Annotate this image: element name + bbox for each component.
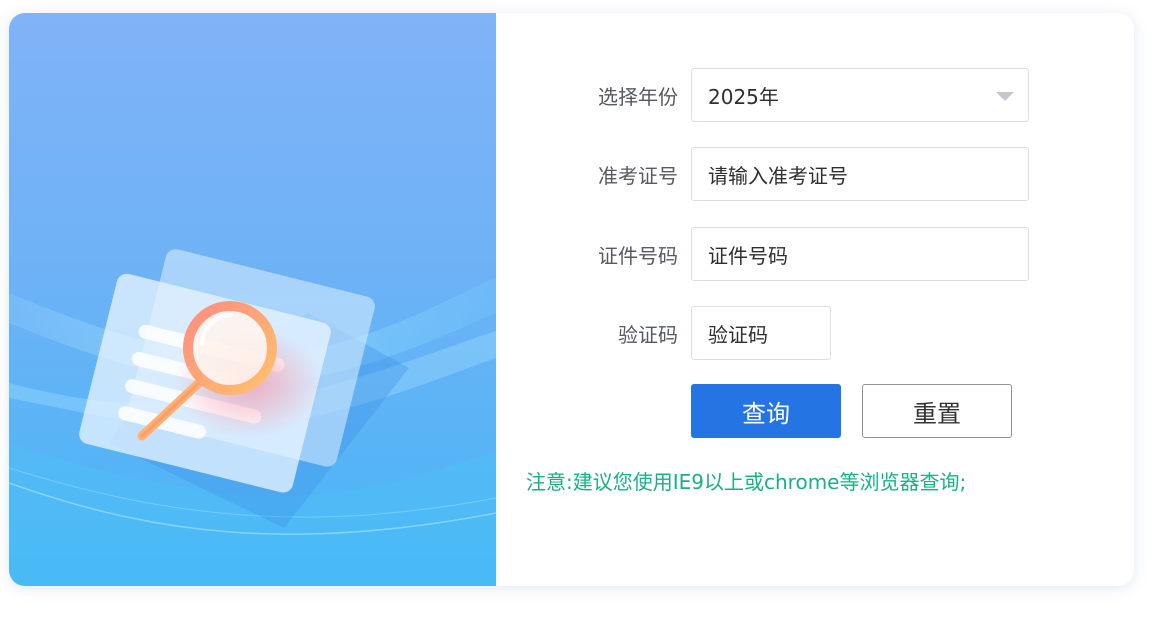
exam-number-input[interactable]: 请输入准考证号	[691, 147, 1029, 201]
exam-number-label: 准考证号	[598, 163, 678, 188]
year-select[interactable]: 2025年	[691, 68, 1029, 122]
hero-illustration	[9, 13, 496, 586]
reset-button[interactable]: 重置	[862, 384, 1012, 438]
query-button[interactable]: 查询	[691, 384, 841, 438]
chevron-down-icon[interactable]	[996, 92, 1014, 101]
captcha-input[interactable]: 验证码	[691, 306, 831, 360]
captcha-label: 验证码	[618, 322, 678, 347]
captcha-placeholder: 验证码	[708, 322, 768, 347]
id-number-label: 证件号码	[598, 243, 678, 268]
year-value: 2025年	[708, 84, 779, 109]
year-label: 选择年份	[598, 84, 678, 109]
browser-notice: 注意:建议您使用IE9以上或chrome等浏览器查询;	[526, 470, 967, 494]
magnifier-document-illustration	[9, 249, 496, 586]
query-form: 选择年份 2025年 准考证号 请输入准考证号 证件号码 证件号码 验证码 验证…	[496, 13, 1134, 586]
query-card: 选择年份 2025年 准考证号 请输入准考证号 证件号码 证件号码 验证码 验证…	[9, 13, 1134, 586]
exam-number-placeholder: 请输入准考证号	[708, 163, 848, 188]
id-number-input[interactable]: 证件号码	[691, 227, 1029, 281]
id-number-placeholder: 证件号码	[708, 243, 788, 268]
